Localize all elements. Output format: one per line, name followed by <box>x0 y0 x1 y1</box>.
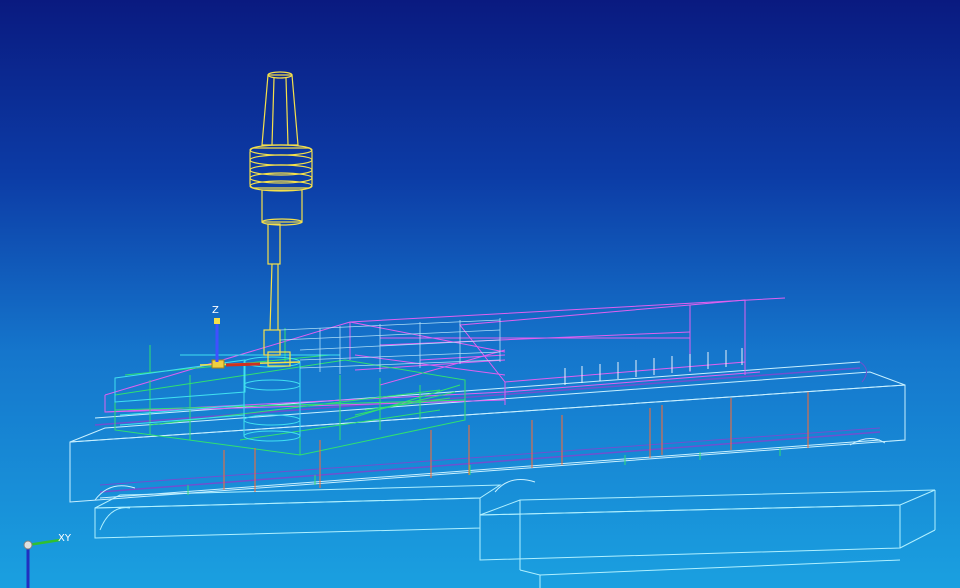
world-axis-icon <box>23 538 61 588</box>
world-xy-label: XY <box>58 533 71 544</box>
tool-holder <box>249 71 313 356</box>
toolpath-plunges <box>223 392 809 492</box>
support-block-left <box>94 484 502 539</box>
workpiece-wireframe <box>114 328 466 456</box>
3d-viewport[interactable]: Z XY <box>0 0 960 588</box>
support-block-right <box>479 489 936 588</box>
cam-wireframe-scene[interactable] <box>0 0 960 588</box>
mesh-grid <box>279 318 501 374</box>
z-axis-label: Z <box>212 305 219 316</box>
